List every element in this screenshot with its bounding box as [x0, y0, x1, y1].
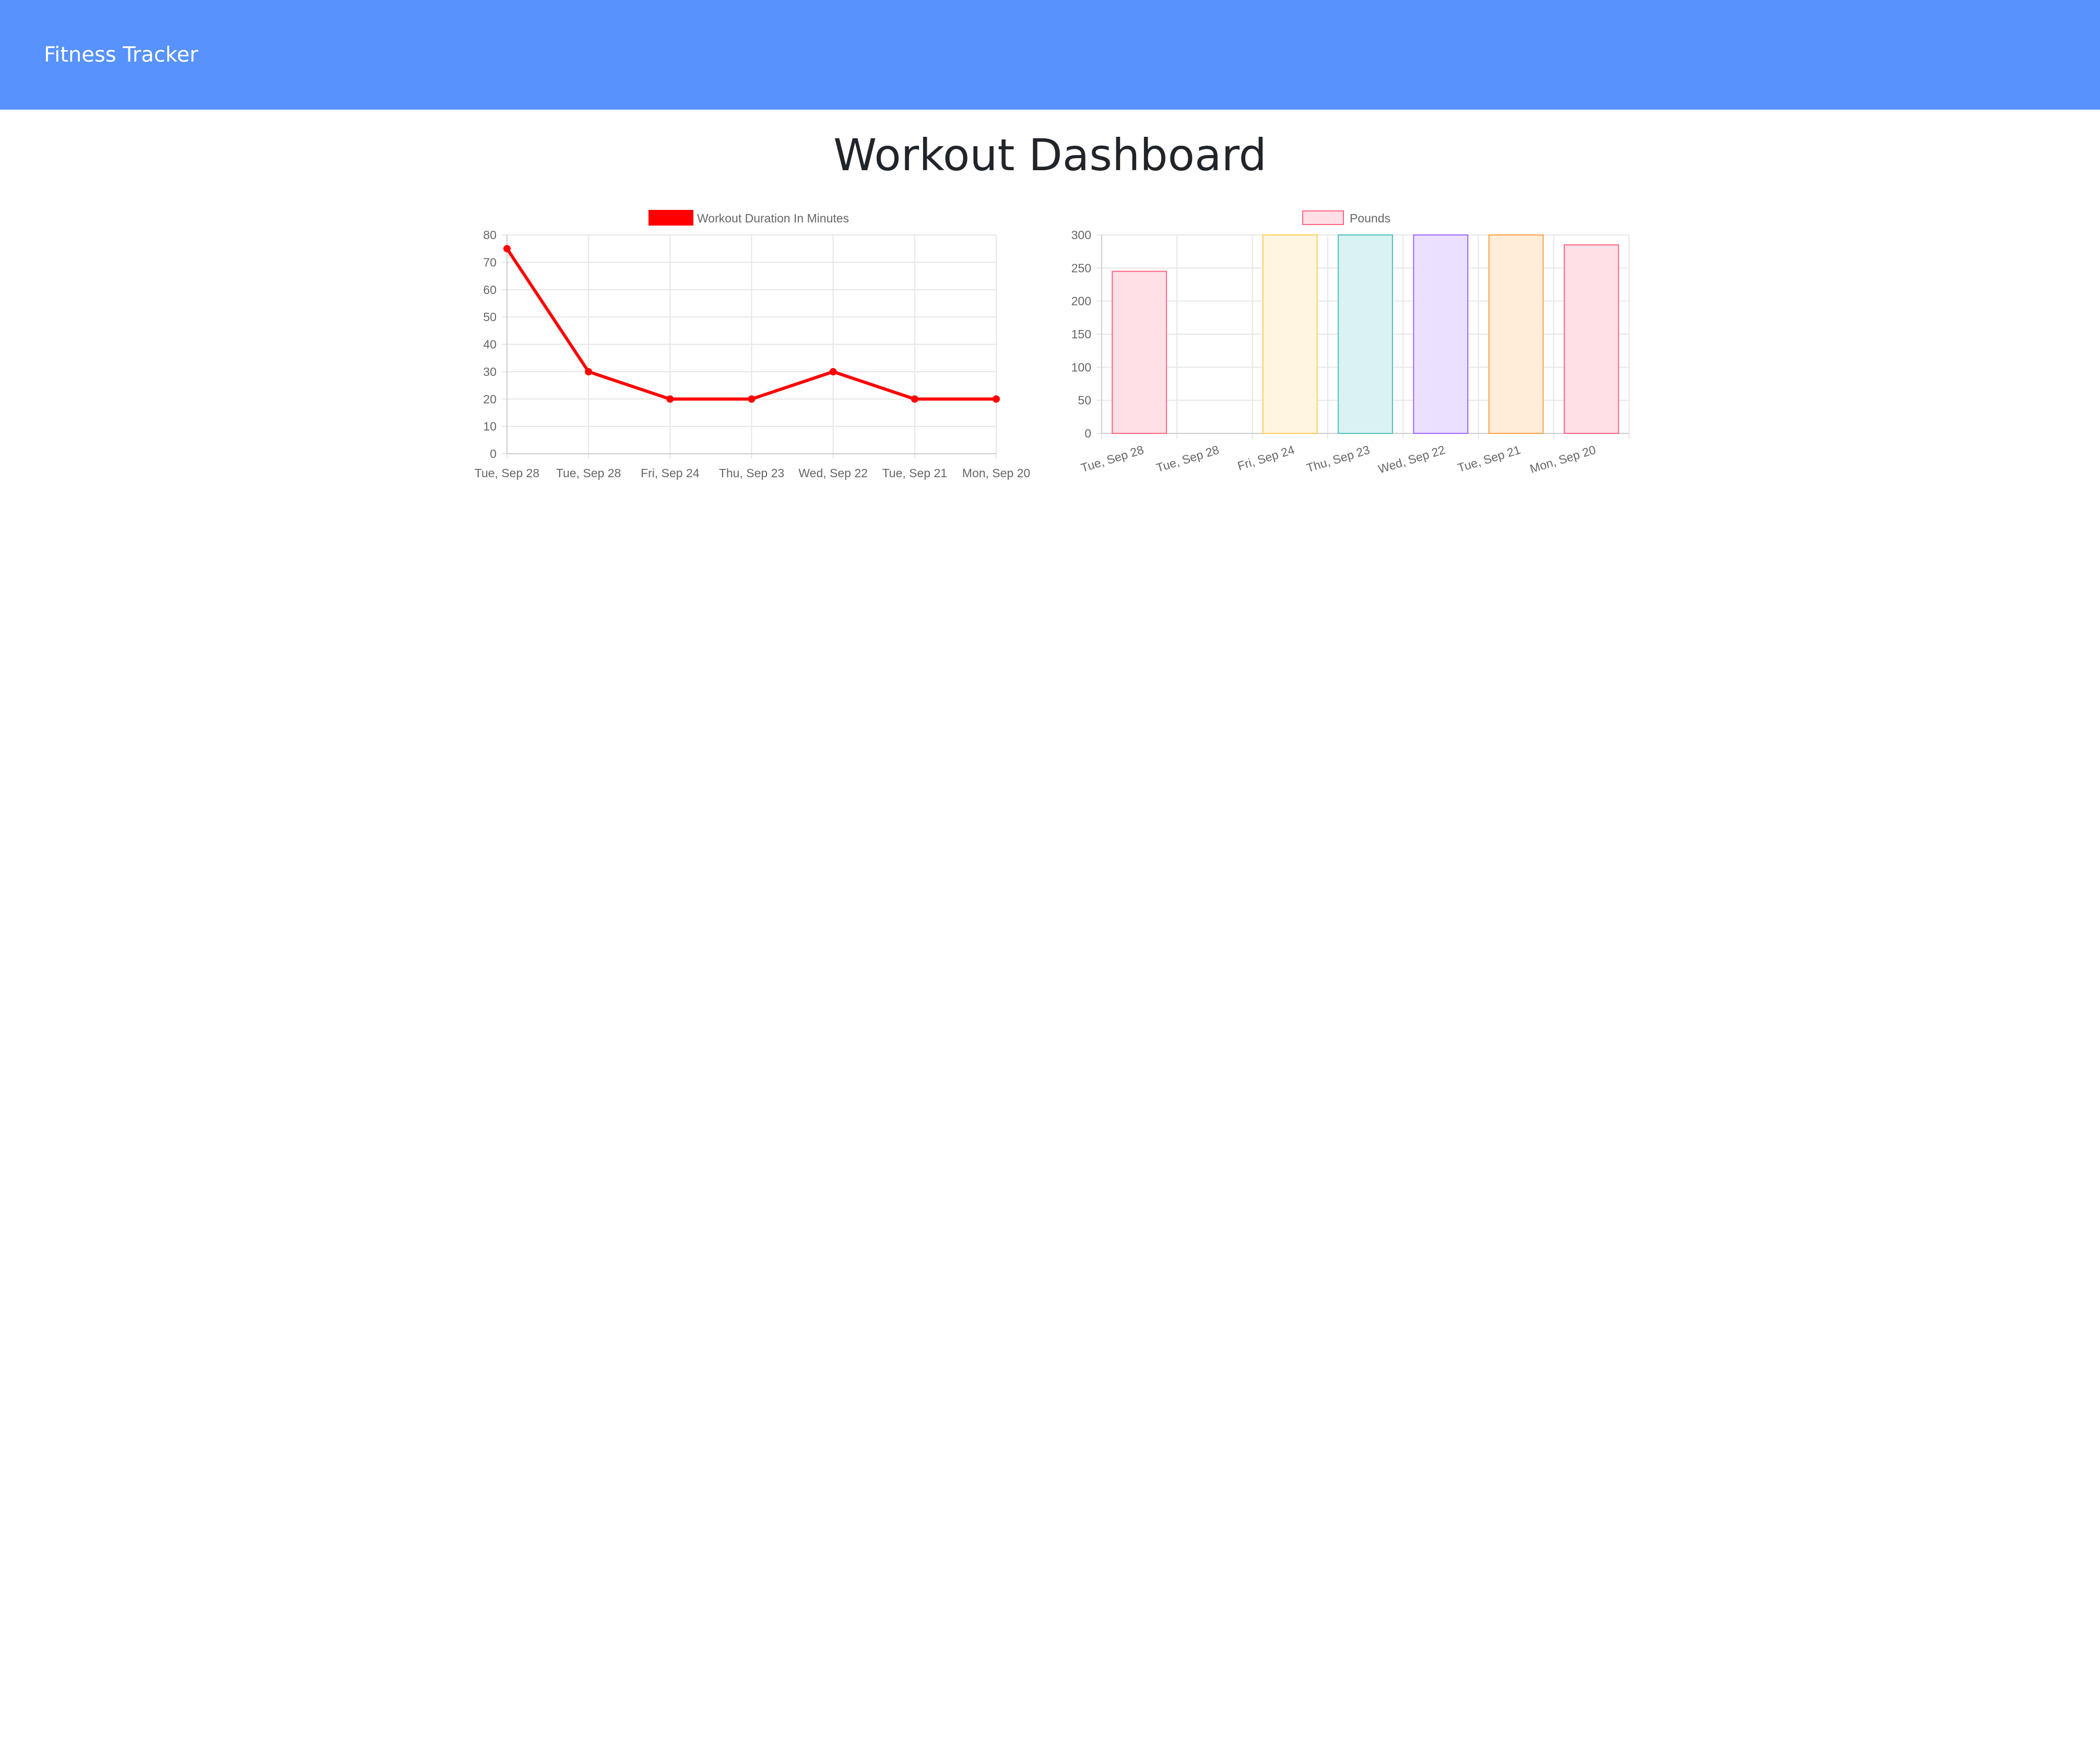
data-point — [748, 395, 756, 403]
y-tick-label: 50 — [483, 310, 497, 324]
y-tick-label: 0 — [1084, 427, 1091, 440]
data-point — [911, 395, 918, 403]
x-tick-label: Tue, Sep 28 — [475, 466, 539, 480]
x-tick-label: Tue, Sep 28 — [556, 466, 621, 480]
weight-chart-svg: Pounds 050100150200250300Tue, Sep 28 Tue,… — [1071, 210, 1630, 476]
x-tick-label: Mon, Sep 20 — [1528, 443, 1597, 476]
data-point — [829, 368, 837, 375]
bar — [1338, 234, 1393, 434]
x-tick-label: Fri, Sep 24 — [1236, 443, 1296, 473]
x-tick-label: Thu, Sep 23 — [1305, 443, 1371, 475]
legend-swatch[interactable] — [648, 210, 693, 226]
x-tick-label: Tue, Sep 28 — [1154, 443, 1221, 475]
brand-link[interactable]: Fitness Tracker — [44, 43, 198, 67]
x-tick-label: Mon, Sep 20 — [962, 466, 1030, 480]
weight-chart: Pounds 0 50 100 150 200 250 300 Tue, Sep 28 Tue,… — [1055, 198, 1660, 491]
duration-chart-svg: Workout Duration In Minutes 0 10 20 30 40 50 6… — [475, 210, 1030, 480]
y-tick-label: 10 — [483, 420, 497, 433]
x-tick-label: Tue, Sep 28 — [1079, 443, 1146, 475]
data-point — [585, 368, 593, 375]
y-tick-label: 100 — [1071, 360, 1091, 374]
bar — [1488, 234, 1544, 434]
duration-chart: Workout Duration In Minutes 0 10 20 30 40 50 6… — [459, 198, 1065, 491]
y-tick-label: 300 — [1071, 228, 1091, 242]
legend-swatch[interactable] — [1302, 210, 1344, 225]
y-tick-label: 40 — [483, 338, 497, 351]
y-tick-label: 250 — [1071, 261, 1091, 275]
legend-label[interactable]: Pounds — [1350, 211, 1390, 225]
y-tick-label: 30 — [483, 365, 497, 379]
y-tick-label: 60 — [483, 283, 497, 297]
bar — [1112, 270, 1167, 434]
data-point — [666, 395, 674, 403]
bar — [1262, 234, 1318, 434]
x-tick-label: Wed, Sep 22 — [798, 466, 868, 480]
navbar: Fitness Tracker — [0, 0, 2100, 110]
x-tick-label: Tue, Sep 21 — [1456, 443, 1522, 475]
bar — [1413, 234, 1469, 434]
y-tick-label: 50 — [1078, 394, 1091, 407]
y-tick-label: 20 — [483, 392, 497, 406]
y-tick-label: 150 — [1071, 327, 1091, 341]
y-tick-label: 70 — [483, 255, 497, 269]
data-point — [503, 245, 511, 253]
legend-label[interactable]: Workout Duration In Minutes — [697, 211, 849, 225]
x-tick-label: Fri, Sep 24 — [641, 466, 700, 480]
x-tick-label: Wed, Sep 22 — [1376, 443, 1446, 476]
x-tick-label: Tue, Sep 21 — [882, 466, 947, 480]
y-tick-label: 80 — [483, 228, 497, 242]
data-point — [993, 395, 1000, 403]
y-tick-label: 200 — [1071, 294, 1091, 308]
bar — [1563, 244, 1619, 434]
y-tick-label: 0 — [490, 447, 497, 461]
x-tick-label: Thu, Sep 23 — [719, 466, 784, 480]
page-title: Workout Dashboard — [833, 129, 1267, 181]
